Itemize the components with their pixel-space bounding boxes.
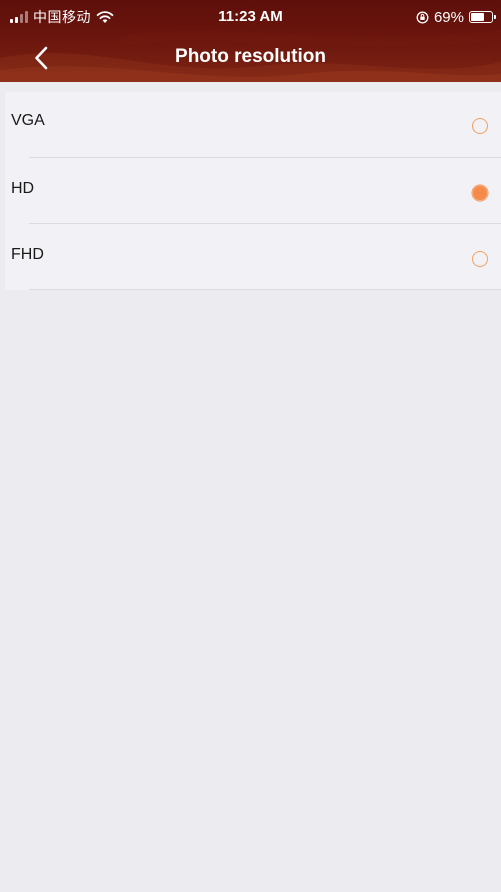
- status-bar: 中国移动 11:23 AM 69%: [0, 0, 501, 36]
- option-hd[interactable]: HD: [5, 158, 501, 224]
- status-right: 69%: [416, 7, 496, 27]
- rotation-lock-icon: [416, 11, 429, 23]
- resolution-options-list: VGA HD FHD: [5, 92, 501, 290]
- nav-bar: Photo resolution: [0, 36, 501, 80]
- header: 中国移动 11:23 AM 69% Photo resolution: [0, 0, 501, 82]
- option-label: FHD: [11, 246, 44, 263]
- battery-icon: [469, 11, 496, 23]
- page-title: Photo resolution: [175, 46, 326, 67]
- radio-selected-icon[interactable]: [472, 185, 488, 201]
- option-label: VGA: [11, 112, 45, 129]
- option-vga[interactable]: VGA: [5, 92, 501, 158]
- row-divider: [29, 289, 501, 290]
- radio-unselected-icon[interactable]: [472, 118, 488, 134]
- option-label: HD: [11, 180, 35, 197]
- battery-percent: 69%: [433, 8, 464, 26]
- option-fhd[interactable]: FHD: [5, 224, 501, 290]
- radio-unselected-icon[interactable]: [472, 251, 488, 267]
- screen: 中国移动 11:23 AM 69% Photo resolution VGA H…: [0, 0, 501, 892]
